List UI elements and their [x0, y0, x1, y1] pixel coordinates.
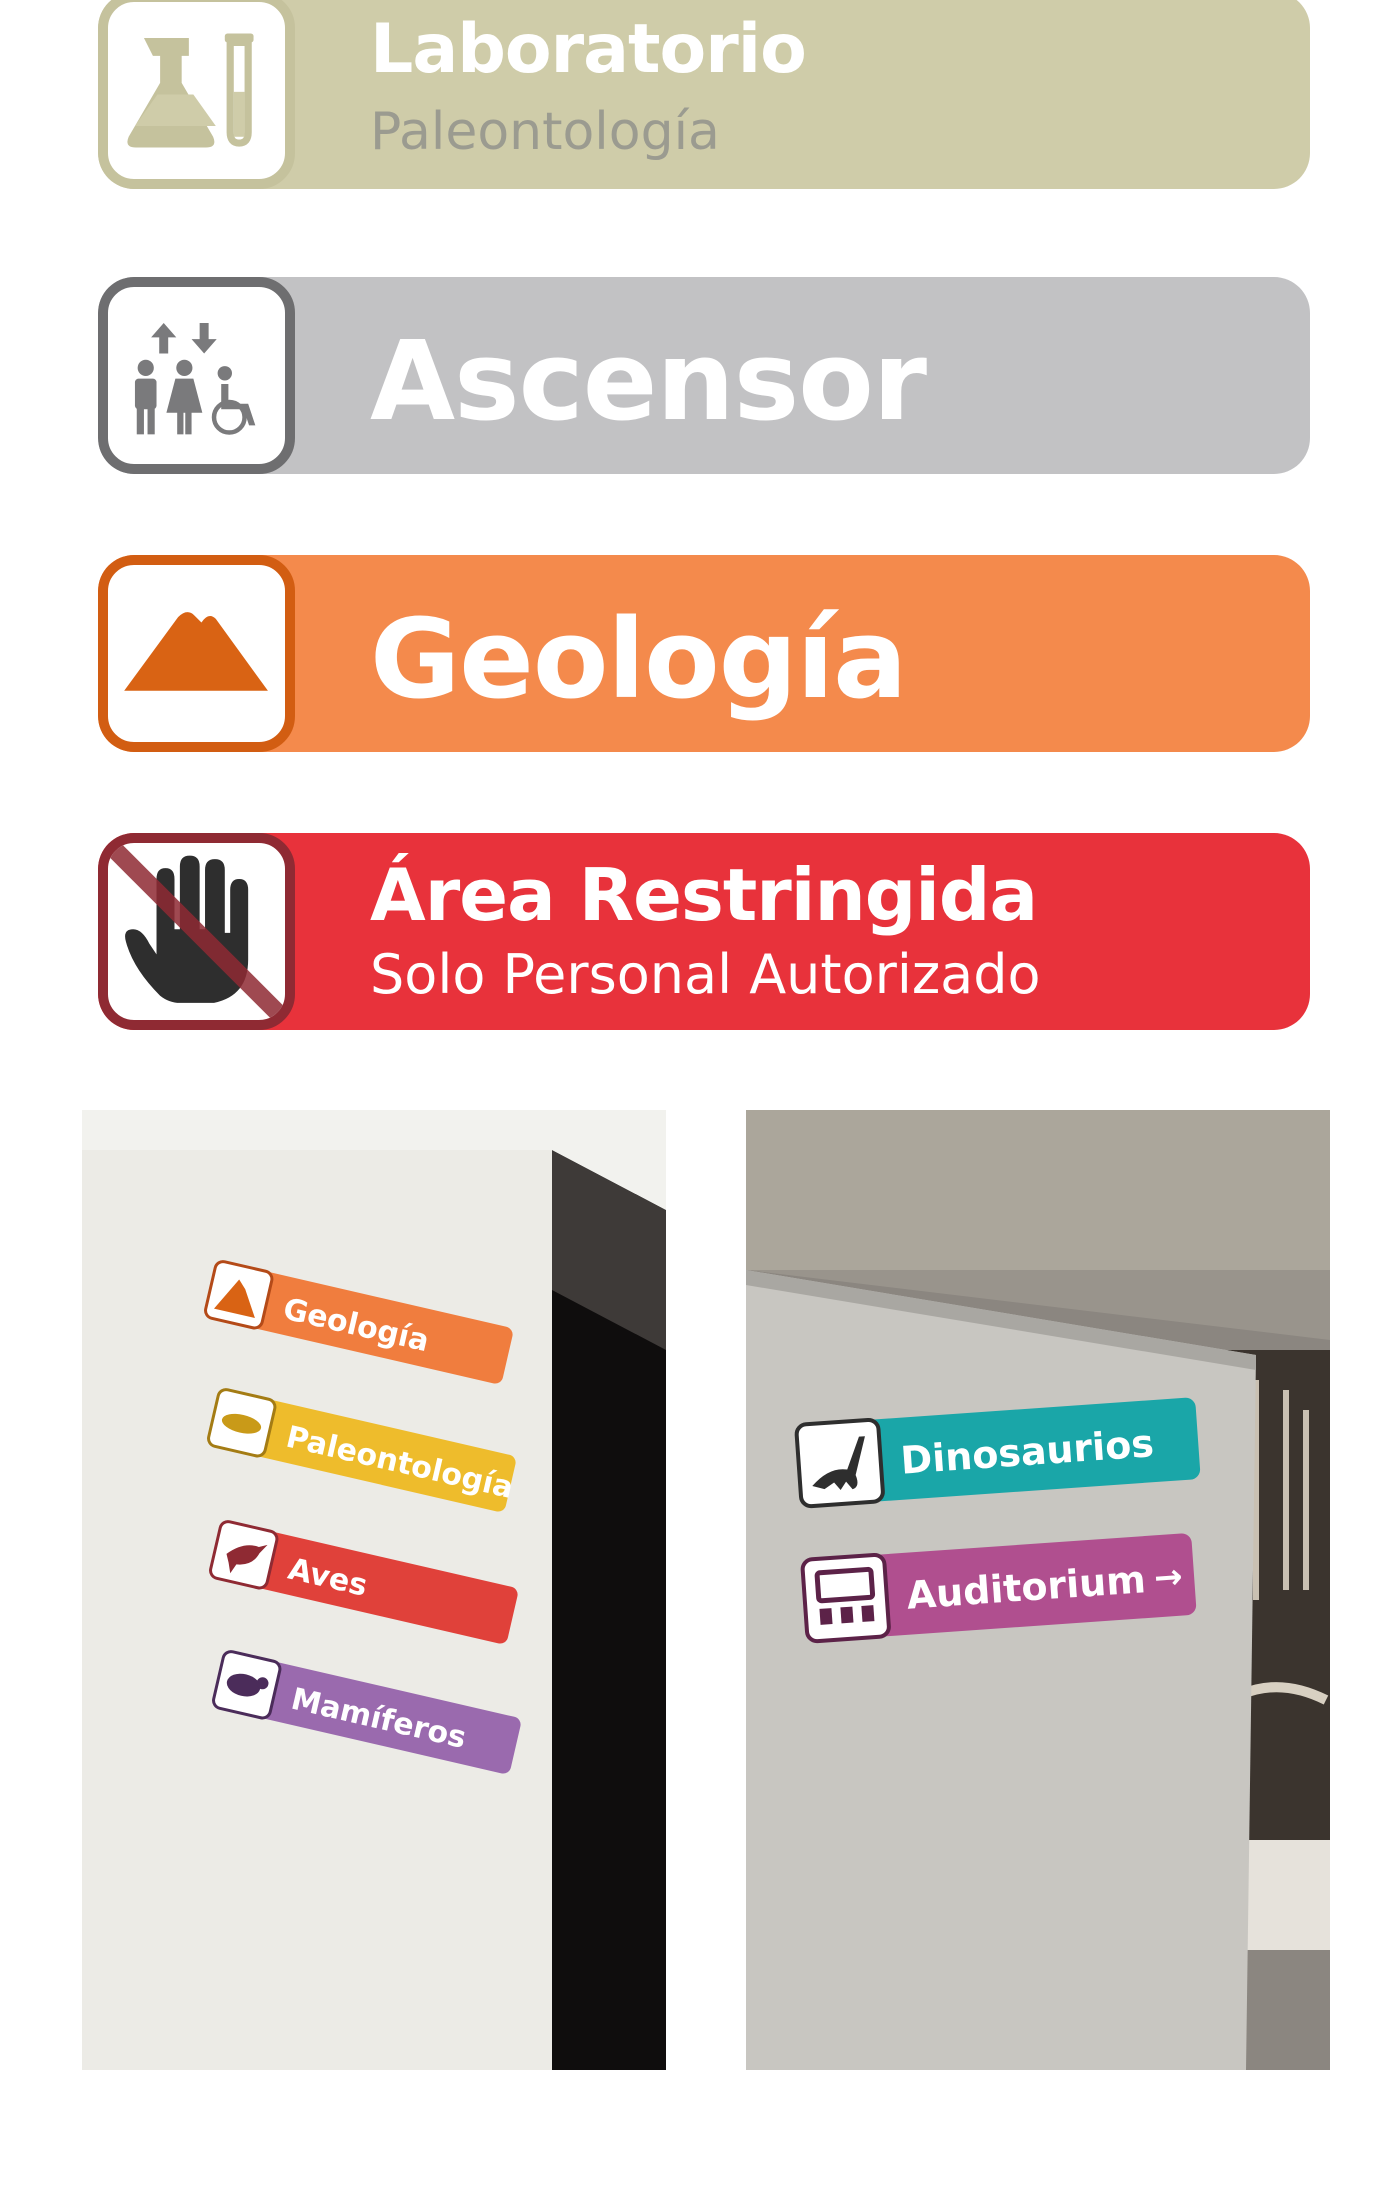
sign-title: Laboratorio	[370, 10, 807, 89]
volcano-icon	[98, 555, 295, 752]
sign-title: Ascensor	[370, 317, 927, 445]
photo-wall-signs: Geología Paleontología Aves Mamíferos	[82, 1110, 666, 2070]
arrow-right-icon: →	[1153, 1557, 1184, 1599]
sign-geologia: Geología	[98, 555, 1310, 752]
sign-subtitle: Paleontología	[370, 102, 720, 162]
sign-laboratorio: Laboratorio Paleontología	[98, 0, 1310, 189]
no-entry-hand-icon	[98, 833, 295, 1030]
sign-title: Geología	[370, 595, 907, 723]
sign-subtitle: Solo Personal Autorizado	[370, 943, 1041, 1006]
lab-flask-icon	[98, 0, 295, 189]
photo-concrete-signs: Dinosaurios Auditorium →	[746, 1110, 1330, 2070]
sign-area-restringida: Área Restringida Solo Personal Autorizad…	[98, 833, 1310, 1030]
sign-title: Área Restringida	[370, 853, 1038, 937]
elevator-icon	[98, 277, 295, 474]
sign-ascensor: Ascensor	[98, 277, 1310, 474]
